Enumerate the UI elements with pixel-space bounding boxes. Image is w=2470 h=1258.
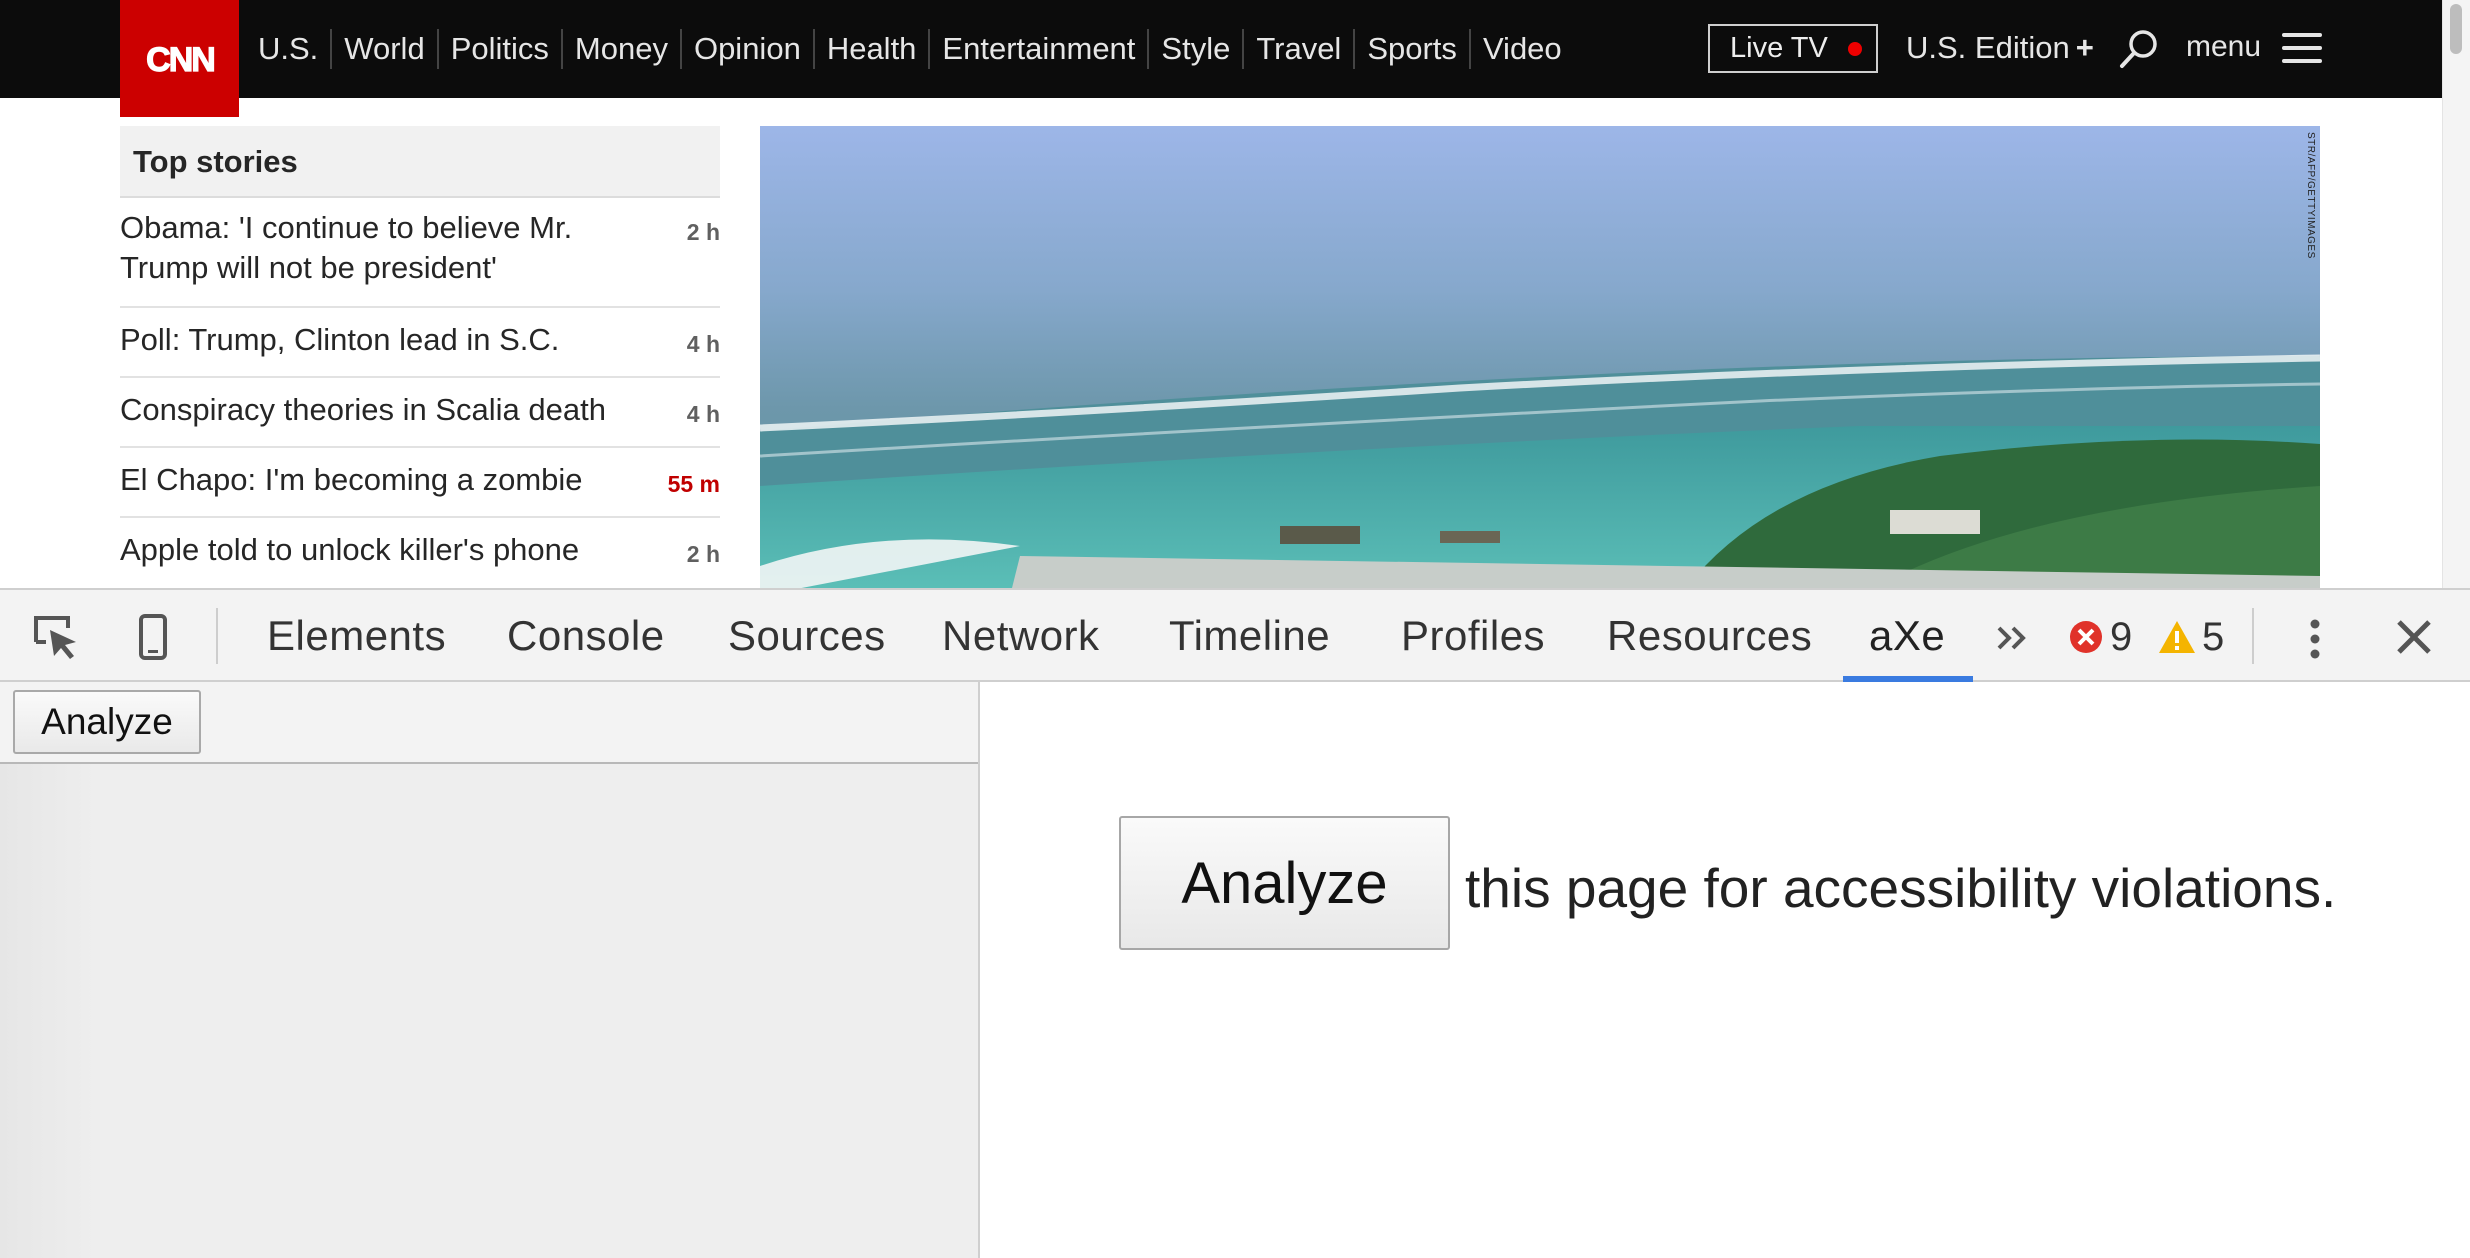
tab-network[interactable]: Network: [942, 590, 1100, 682]
tab-elements[interactable]: Elements: [267, 590, 446, 682]
main-nav: U.S. World Politics Money Opinion Health…: [258, 0, 1574, 98]
story-time: 55 m: [667, 471, 720, 497]
story-title[interactable]: El Chapo: I'm becoming a zombie: [120, 462, 583, 497]
nav-item-entertainment[interactable]: Entertainment: [930, 29, 1150, 69]
nav-item-style[interactable]: Style: [1149, 29, 1245, 69]
story-time: 2 h: [686, 541, 720, 567]
story-title[interactable]: Apple told to unlock killer's phone: [120, 532, 579, 567]
device-mode-icon[interactable]: [128, 612, 178, 662]
toolbar-divider: [2252, 608, 2254, 664]
edition-picker[interactable]: U.S. Edition +: [1906, 30, 2094, 66]
analyze-description: this page for accessibility violations.: [1465, 857, 2337, 919]
error-counter[interactable]: 9: [2068, 612, 2132, 662]
nav-item-health[interactable]: Health: [815, 29, 931, 69]
analyze-main-button[interactable]: Analyze: [1119, 816, 1450, 950]
nav-item-travel[interactable]: Travel: [1244, 29, 1356, 69]
devtools-toolbar: Elements Console Sources Network Timelin…: [0, 588, 2470, 682]
tab-sources[interactable]: Sources: [728, 590, 886, 682]
tab-axe[interactable]: aXe: [1869, 590, 1945, 682]
tab-resources[interactable]: Resources: [1607, 590, 1812, 682]
nav-item-opinion[interactable]: Opinion: [682, 29, 815, 69]
warning-count: 5: [2202, 614, 2225, 659]
story-title[interactable]: Conspiracy theories in Scalia death: [120, 392, 606, 427]
story-item[interactable]: Apple told to unlock killer's phone 2 h: [120, 518, 720, 588]
hero-image[interactable]: STR/AFP/GETTYIMAGES: [760, 126, 2320, 588]
error-icon: [2070, 621, 2102, 653]
edition-plus: +: [2075, 30, 2094, 65]
story-item[interactable]: Obama: 'I continue to believe Mr. Trump …: [120, 198, 720, 308]
story-title[interactable]: Obama: 'I continue to believe Mr. Trump …: [120, 210, 572, 285]
tab-timeline[interactable]: Timeline: [1169, 590, 1330, 682]
nav-item-politics[interactable]: Politics: [439, 29, 563, 69]
nav-item-money[interactable]: Money: [563, 29, 682, 69]
photo-credit: STR/AFP/GETTYIMAGES: [2305, 132, 2316, 259]
top-stories: Top stories Obama: 'I continue to believ…: [120, 126, 720, 588]
tab-console[interactable]: Console: [507, 590, 665, 682]
devtools-panel: Elements Console Sources Network Timelin…: [0, 588, 2470, 1258]
story-item[interactable]: Conspiracy theories in Scalia death 4 h: [120, 378, 720, 448]
axe-main-pane: Analyze this page for accessibility viol…: [980, 682, 2470, 1258]
site-header: CNN U.S. World Politics Money Opinion He…: [0, 0, 2442, 117]
axe-sidebar: Analyze: [0, 682, 980, 1258]
story-item[interactable]: Poll: Trump, Clinton lead in S.C. 4 h: [120, 308, 720, 378]
nav-item-video[interactable]: Video: [1471, 29, 1574, 69]
story-item[interactable]: El Chapo: I'm becoming a zombie 55 m: [120, 448, 720, 518]
live-indicator-icon: [1847, 41, 1862, 56]
tab-profiles[interactable]: Profiles: [1401, 590, 1545, 682]
kebab-menu-icon[interactable]: [2300, 614, 2330, 664]
axe-sidebar-toolbar: Analyze: [0, 682, 978, 764]
menu-label[interactable]: menu: [2186, 30, 2261, 64]
story-title[interactable]: Poll: Trump, Clinton lead in S.C.: [120, 322, 559, 357]
page-scrollbar-thumb[interactable]: [2450, 4, 2462, 54]
more-tabs-icon[interactable]: [1993, 618, 2033, 658]
story-time: 4 h: [686, 331, 720, 357]
inspect-element-icon[interactable]: [30, 612, 80, 662]
top-stories-heading: Top stories: [120, 126, 720, 198]
warning-icon: [2159, 621, 2195, 653]
close-devtools-icon[interactable]: [2393, 616, 2435, 658]
live-tv-label: Live TV: [1730, 32, 1828, 64]
cnn-logo[interactable]: CNN: [120, 0, 239, 117]
cnn-logo-mark: CNN: [145, 40, 216, 79]
search-icon[interactable]: [2118, 28, 2160, 70]
warning-counter[interactable]: 5: [2158, 612, 2224, 662]
hamburger-icon[interactable]: [2282, 33, 2322, 63]
web-page-viewport: CNN U.S. World Politics Money Opinion He…: [0, 0, 2470, 588]
analyze-sidebar-button[interactable]: Analyze: [13, 690, 201, 754]
error-count: 9: [2110, 614, 2133, 659]
toolbar-divider: [216, 608, 218, 664]
svg-text:CNN: CNN: [146, 41, 214, 79]
page-scrollbar[interactable]: [2442, 0, 2470, 588]
story-time: 4 h: [686, 401, 720, 427]
nav-item-world[interactable]: World: [332, 29, 439, 69]
island-photo: [760, 126, 2320, 588]
live-tv-button[interactable]: Live TV: [1708, 24, 1878, 73]
story-time: 2 h: [686, 219, 720, 245]
nav-item-us[interactable]: U.S.: [258, 29, 333, 69]
edition-label: U.S. Edition: [1906, 30, 2070, 65]
nav-item-sports[interactable]: Sports: [1355, 29, 1471, 69]
